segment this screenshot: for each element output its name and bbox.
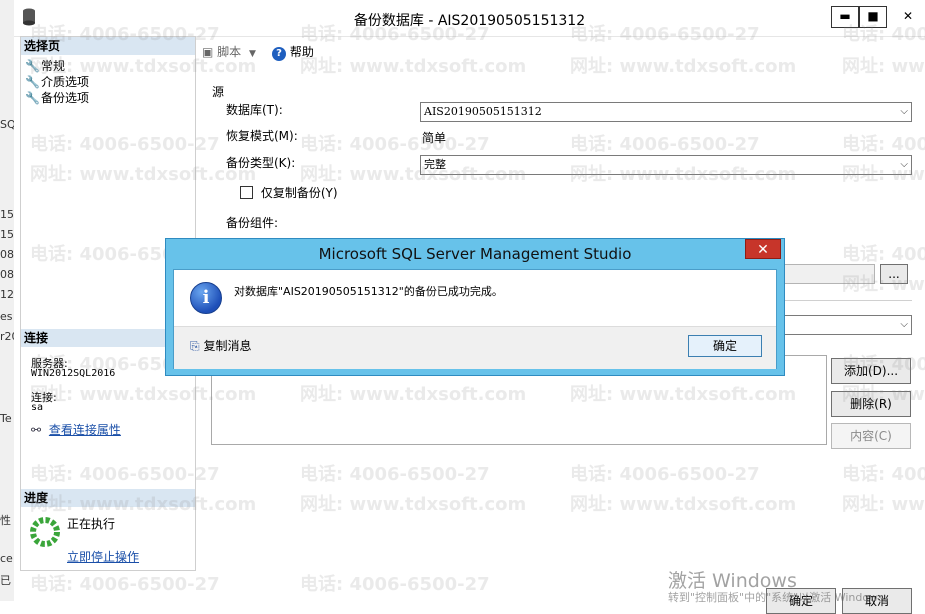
bg-fragment: Te xyxy=(0,412,12,425)
backup-type-select[interactable]: 完整 ⌵ xyxy=(420,155,912,175)
help-icon: ? xyxy=(272,47,286,61)
recovery-model-value: 简单 xyxy=(422,131,447,145)
contents-button[interactable]: 内容(C) xyxy=(831,423,911,449)
dialog-title: Microsoft SQL Server Management Studio xyxy=(318,245,632,263)
maximize-button[interactable]: ■ xyxy=(859,6,887,28)
dialog-close-button[interactable]: ✕ xyxy=(745,239,781,259)
browse-button[interactable]: ... xyxy=(880,264,908,284)
backup-type-select-value: 完整 xyxy=(424,158,446,171)
backup-type-label: 备份类型(K): xyxy=(226,156,296,170)
chevron-down-icon[interactable]: ▼ xyxy=(249,49,256,59)
bg-fragment: 15 xyxy=(0,208,14,221)
copy-only-checkbox[interactable]: 仅复制备份(Y) xyxy=(240,184,338,201)
bg-fragment: ce xyxy=(0,552,13,565)
wrench-icon: 🔧 xyxy=(25,91,40,105)
bg-fragment: 12 xyxy=(0,288,14,301)
stop-action-link[interactable]: 立即停止操作 xyxy=(67,548,139,565)
script-button[interactable]: ▣ 脚本 ▼ xyxy=(202,43,256,60)
dialog-footer: ⎘ 复制消息 确定 xyxy=(174,326,776,369)
script-label: 脚本 xyxy=(217,45,242,59)
remove-button[interactable]: 删除(R) xyxy=(831,391,911,417)
connection-value: sa xyxy=(31,402,44,413)
bg-fragment: 08 xyxy=(0,268,14,281)
script-icon: ▣ xyxy=(202,45,214,59)
copy-message-button[interactable]: ⎘ 复制消息 xyxy=(190,337,251,354)
page-item-label: 常规 xyxy=(41,59,66,73)
backup-to-select[interactable]: ⌵ xyxy=(784,315,912,335)
copy-message-label: 复制消息 xyxy=(203,339,252,353)
source-section-label: 源 xyxy=(212,85,225,99)
checkbox-box[interactable] xyxy=(240,186,253,199)
recovery-model-label: 恢复模式(M): xyxy=(226,129,298,143)
info-icon: i xyxy=(190,282,222,314)
database-label: 数据库(T): xyxy=(226,103,283,117)
chevron-down-icon: ⌵ xyxy=(900,319,908,330)
copy-only-label: 仅复制备份(Y) xyxy=(260,186,338,200)
dialog-ok-button[interactable]: 确定 xyxy=(688,335,762,357)
background-app-strip: SQ 15 15 08 08 12 es r20 Te 性 ce 已 xyxy=(0,0,19,601)
connection-properties-icon: ⚯ xyxy=(31,423,42,437)
page-item-backup-options[interactable]: 🔧备份选项 xyxy=(25,89,89,106)
window-titlebar: 备份数据库 - AIS20190505151312 ▬ ■ ✕ xyxy=(14,0,925,37)
help-label: 帮助 xyxy=(289,45,314,59)
close-button[interactable]: ✕ xyxy=(894,6,922,28)
wrench-icon: 🔧 xyxy=(25,59,40,73)
page-item-media-options[interactable]: 🔧介质选项 xyxy=(25,73,89,90)
progress-spinner-icon xyxy=(29,516,61,548)
bg-fragment: 08 xyxy=(0,248,14,261)
view-connection-properties[interactable]: ⚯ 查看连接属性 xyxy=(31,421,121,438)
minimize-button[interactable]: ▬ xyxy=(831,6,859,28)
success-dialog: Microsoft SQL Server Management Studio ✕… xyxy=(165,238,785,376)
dialog-body: i 对数据库"AIS20190505151312"的备份已成功完成。 ⎘ 复制消… xyxy=(173,269,777,369)
dialog-message: 对数据库"AIS20190505151312"的备份已成功完成。 xyxy=(234,285,503,298)
view-connection-properties-link[interactable]: 查看连接属性 xyxy=(49,423,121,437)
page-item-label: 介质选项 xyxy=(41,75,90,89)
copy-icon: ⎘ xyxy=(190,339,200,353)
help-button[interactable]: ? 帮助 xyxy=(272,43,314,61)
destination-textbox[interactable] xyxy=(770,264,875,284)
bg-fragment: 已 xyxy=(0,574,11,587)
window-title: 备份数据库 - AIS20190505151312 xyxy=(353,13,586,29)
progress-header: 进度 xyxy=(21,489,195,507)
add-button[interactable]: 添加(D)... xyxy=(831,358,911,384)
chevron-down-icon: ⌵ xyxy=(900,106,908,117)
backup-component-label: 备份组件: xyxy=(226,216,279,230)
toolbar: ▣ 脚本 ▼ ? 帮助 xyxy=(200,40,920,64)
bg-fragment: 性 xyxy=(0,514,11,527)
progress-status: 正在执行 xyxy=(67,517,116,531)
activate-windows-subtext: 转到"控制面板"中的"系统"以激活 Windows。 xyxy=(668,591,895,604)
page-item-label: 备份选项 xyxy=(41,91,90,105)
bg-fragment: es xyxy=(0,310,13,323)
bg-fragment: 15 xyxy=(0,228,14,241)
chevron-down-icon: ⌵ xyxy=(900,159,908,170)
server-value: WIN2012SQL2016 xyxy=(31,368,116,379)
select-page-header: 选择页 xyxy=(21,37,195,55)
page-item-general[interactable]: 🔧常规 xyxy=(25,57,65,74)
database-select-value: AIS20190505151312 xyxy=(424,105,542,118)
database-select[interactable]: AIS20190505151312 ⌵ xyxy=(420,102,912,122)
wrench-icon: 🔧 xyxy=(25,75,40,89)
